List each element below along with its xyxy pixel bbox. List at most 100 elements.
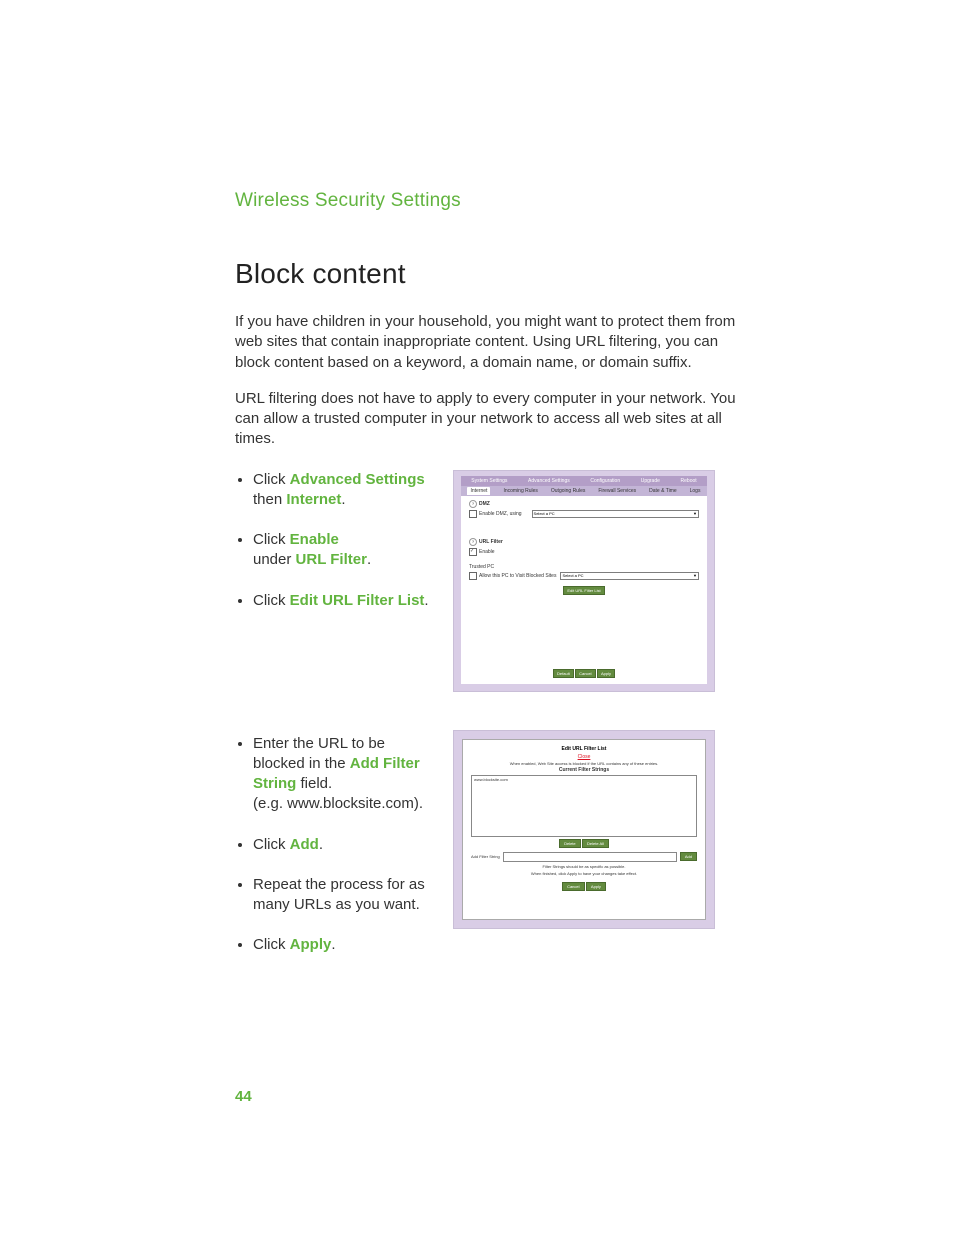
add-button[interactable]: Add — [680, 852, 697, 861]
subtab-date-time[interactable]: Date & Time — [649, 488, 677, 494]
edit-url-filter-dialog: Edit URL Filter List Close When enabled,… — [462, 739, 706, 920]
allow-blocked-checkbox[interactable] — [469, 572, 477, 580]
allow-blocked-label: Allow this PC to Visit Blocked Sites — [479, 573, 556, 579]
dmz-label: DMZ — [479, 501, 490, 507]
subtab-firewall-services[interactable]: Firewall Services — [598, 488, 636, 494]
screenshot-1-wrap: System Settings Advanced Settings Config… — [453, 470, 715, 692]
step-text: field. — [296, 775, 332, 792]
step-bold: Edit URL Filter List — [290, 592, 425, 609]
section-heading: Wireless Security Settings — [235, 190, 744, 212]
step-text: Click — [253, 471, 290, 488]
step-item: Click Advanced Settings then Internet. — [253, 470, 435, 511]
trusted-pc-label: Trusted PC — [469, 564, 494, 570]
dialog-hint-1: Filter Strings should be as specific as … — [463, 864, 705, 869]
trusted-pc-select[interactable]: Select a PC ▼ — [560, 572, 699, 580]
dialog-note: When enabled, Web Site access is blocked… — [463, 761, 705, 766]
apply-button[interactable]: Apply — [586, 882, 606, 891]
delete-all-button[interactable]: Delete All — [582, 839, 609, 848]
step-text: . — [367, 551, 371, 568]
router-internet-screenshot: System Settings Advanced Settings Config… — [453, 470, 715, 692]
document-page: Wireless Security Settings Block content… — [0, 0, 954, 1235]
cancel-button[interactable]: Cancel — [575, 669, 595, 678]
step-item: Click Edit URL Filter List. — [253, 591, 435, 611]
trusted-pc-heading-row: Trusted PC — [469, 564, 699, 570]
edit-url-filter-row: Edit URL Filter List — [469, 586, 699, 595]
url-filter-enable-checkbox[interactable] — [469, 548, 477, 556]
tab-upgrade[interactable]: Upgrade — [641, 478, 660, 484]
tab-advanced-settings[interactable]: Advanced Settings — [528, 478, 570, 484]
url-filter-enable-row: Enable — [469, 548, 699, 556]
step-text: Click — [253, 531, 290, 548]
edit-url-filter-list-button[interactable]: Edit URL Filter List — [563, 586, 604, 595]
add-filter-string-input[interactable] — [503, 852, 677, 862]
default-button[interactable]: Default — [553, 669, 574, 678]
step-bold: Apply — [290, 936, 332, 953]
help-icon[interactable]: ? — [469, 538, 477, 546]
screenshot-2-wrap: Edit URL Filter List Close When enabled,… — [453, 734, 715, 976]
current-filter-strings-label: Current Filter Strings — [463, 767, 705, 773]
step-bold: URL Filter — [296, 551, 367, 568]
select-value: Select a PC — [562, 573, 583, 578]
chevron-down-icon: ▼ — [693, 573, 697, 578]
step-item: Click Enable under URL Filter. — [253, 530, 435, 571]
subtab-incoming-rules[interactable]: Incoming Rules — [503, 488, 537, 494]
step-text: Click — [253, 936, 290, 953]
filter-strings-listbox[interactable]: www.blocksite.com — [471, 775, 697, 837]
delete-button[interactable]: Delete — [559, 839, 581, 848]
step-text: . — [424, 592, 428, 609]
add-filter-string-label: Add Filter String — [471, 854, 500, 859]
dmz-heading-row: ? DMZ — [469, 500, 699, 508]
dmz-enable-checkbox[interactable] — [469, 510, 477, 518]
step-text: Repeat the process for as many URLs as y… — [253, 876, 425, 913]
url-filter-enable-label: Enable — [479, 549, 495, 555]
step-text: . — [331, 936, 335, 953]
subtab-outgoing-rules[interactable]: Outgoing Rules — [551, 488, 585, 494]
dialog-hint-2: When finished, click Apply to have your … — [463, 871, 705, 876]
cancel-button[interactable]: Cancel — [562, 882, 584, 891]
intro-paragraph-1: If you have children in your household, … — [235, 312, 744, 373]
tab-configuration[interactable]: Configuration — [590, 478, 620, 484]
step-text: Click — [253, 836, 290, 853]
step-bold: Advanced Settings — [290, 471, 425, 488]
dmz-enable-label: Enable DMZ, using — [479, 511, 522, 517]
instruction-block-2: Enter the URL to be blocked in the Add F… — [235, 734, 744, 976]
step-bold: Internet — [286, 491, 341, 508]
subtab-logs[interactable]: Logs — [690, 488, 701, 494]
steps-left-1: Click Advanced Settings then Internet. C… — [235, 470, 435, 692]
dialog-title: Edit URL Filter List — [463, 746, 705, 752]
url-filter-heading-row: ? URL Filter — [469, 538, 699, 546]
step-text: Click — [253, 592, 290, 609]
url-filter-label: URL Filter — [479, 539, 503, 545]
intro-paragraph-2: URL filtering does not have to apply to … — [235, 389, 744, 450]
step-item: Click Add. — [253, 835, 435, 855]
step-text: under — [253, 551, 296, 568]
step-text: . — [341, 491, 345, 508]
step-example: (e.g. www.blocksite.com). — [253, 795, 423, 812]
top-tabs: System Settings Advanced Settings Config… — [461, 476, 707, 486]
step-text: then — [253, 491, 286, 508]
trusted-pc-row: Allow this PC to Visit Blocked Sites Sel… — [469, 572, 699, 580]
add-filter-row: Add Filter String Add — [471, 852, 697, 862]
page-title: Block content — [235, 258, 744, 290]
sub-tabs: Internet Incoming Rules Outgoing Rules F… — [461, 486, 707, 496]
step-bold: Add — [290, 836, 319, 853]
dmz-enable-row: Enable DMZ, using Select a PC ▼ — [469, 510, 699, 518]
dialog-action-buttons: Cancel Apply — [463, 882, 705, 891]
step-bold: Enable — [290, 531, 339, 548]
help-icon[interactable]: ? — [469, 500, 477, 508]
dmz-pc-select[interactable]: Select a PC ▼ — [532, 510, 699, 518]
filter-string-item[interactable]: www.blocksite.com — [474, 777, 508, 782]
apply-button[interactable]: Apply — [597, 669, 615, 678]
tab-reboot[interactable]: Reboot — [681, 478, 697, 484]
page-number: 44 — [235, 1088, 252, 1105]
steps-left-2: Enter the URL to be blocked in the Add F… — [235, 734, 435, 976]
step-text: . — [319, 836, 323, 853]
step-item: Repeat the process for as many URLs as y… — [253, 875, 435, 916]
subtab-internet[interactable]: Internet — [467, 487, 490, 495]
chevron-down-icon: ▼ — [693, 511, 697, 516]
step-item: Click Apply. — [253, 935, 435, 955]
tab-system-settings[interactable]: System Settings — [471, 478, 507, 484]
internet-panel: ? DMZ Enable DMZ, using Select a PC ▼ ? — [461, 496, 707, 684]
step-item: Enter the URL to be blocked in the Add F… — [253, 734, 435, 815]
close-link[interactable]: Close — [463, 754, 705, 760]
